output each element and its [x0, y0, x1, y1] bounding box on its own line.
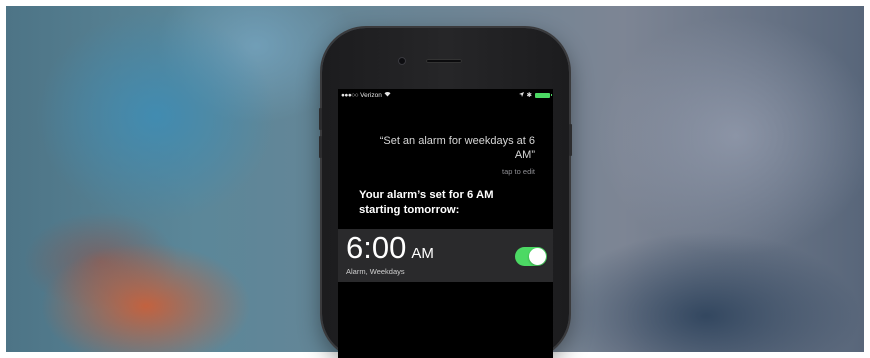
alarm-ampm: AM [411, 245, 434, 262]
alarm-time: 6:00 AM [346, 230, 434, 266]
status-bar: ●●●○○ Verizon ✱ [338, 89, 553, 101]
tap-to-edit-hint[interactable]: tap to edit [502, 167, 535, 176]
front-camera [398, 57, 406, 65]
volume-button [319, 108, 322, 130]
siri-query-text[interactable]: “Set an alarm for weekdays at 6 AM” [365, 135, 535, 162]
alarm-hour: 6:00 [346, 230, 407, 265]
location-icon [518, 91, 524, 99]
bluetooth-icon: ✱ [526, 92, 532, 99]
volume-button [319, 136, 322, 158]
alarm-label: Alarm, Weekdays [346, 267, 405, 276]
battery-icon [535, 92, 552, 98]
wifi-icon [384, 91, 391, 99]
alarm-card[interactable]: 6:00 AM Alarm, Weekdays [338, 229, 553, 282]
phone-screen: ●●●○○ Verizon ✱ “Set an alarm for weekda… [338, 89, 553, 358]
response-line: Your alarm’s set for 6 AM [359, 189, 494, 201]
iphone-device: ●●●○○ Verizon ✱ “Set an alarm for weekda… [319, 28, 572, 358]
power-button [569, 124, 572, 156]
response-line: starting tomorrow: [359, 203, 460, 216]
query-line: “Set an alarm for weekdays at 6 [379, 135, 535, 147]
siri-response-text: Your alarm’s set for 6 AM starting tomor… [359, 188, 539, 217]
alarm-toggle[interactable] [515, 247, 547, 266]
earpiece-speaker [426, 59, 462, 63]
query-line: AM” [514, 148, 535, 161]
carrier-name: Verizon [360, 91, 382, 99]
toggle-knob [529, 248, 546, 265]
signal-dots-icon: ●●●○○ [341, 91, 359, 99]
